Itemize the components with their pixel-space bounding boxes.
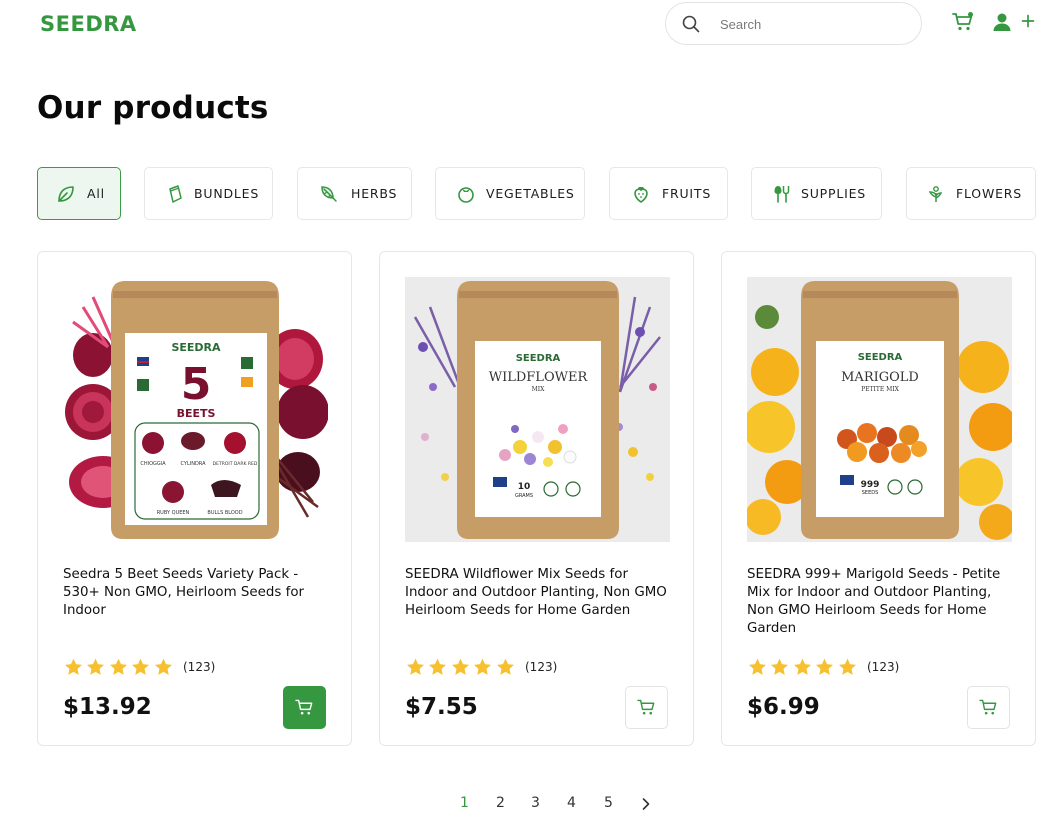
- product-card[interactable]: SEEDRA MARIGOLD PETITE MIX 999 SEEDS SEE…: [721, 251, 1036, 746]
- category-filter-herbs[interactable]: HERBS: [297, 167, 412, 220]
- page-link-2[interactable]: 2: [496, 795, 505, 811]
- star-icon: [87, 658, 105, 675]
- product-card[interactable]: SEEDRA 5 BEETS CHIOGGIA CYLINDRA DETROIT…: [37, 251, 352, 746]
- packet-product: WILDFLOWER: [489, 370, 589, 385]
- packet-product: BEETS: [177, 407, 216, 420]
- add-to-cart-button[interactable]: [283, 686, 326, 729]
- strawberry-icon: [634, 187, 648, 203]
- product-name[interactable]: Seedra 5 Beet Seeds Variety Pack - 530+ …: [63, 566, 328, 620]
- user-icon[interactable]: [992, 12, 1012, 32]
- plus-icon[interactable]: [1021, 14, 1035, 28]
- cart-icon: [295, 699, 313, 715]
- star-icon: [838, 658, 856, 675]
- packet-variety: CYLINDRA: [181, 461, 207, 467]
- packet-brand: SEEDRA: [858, 352, 903, 363]
- search-icon[interactable]: [682, 15, 700, 33]
- page-link-4[interactable]: 4: [567, 795, 576, 811]
- category-filter-label: BUNDLES: [194, 186, 260, 201]
- category-filter-label: FRUITS: [662, 186, 712, 201]
- page-link-3[interactable]: 3: [531, 795, 540, 811]
- product-card[interactable]: SEEDRA WILDFLOWER MIX 10 GRAMS SEEDRA Wi…: [379, 251, 694, 746]
- star-icon: [109, 658, 127, 675]
- star-icon: [474, 658, 492, 675]
- leaf-icon: [58, 186, 74, 202]
- packet-count: 999: [861, 480, 880, 490]
- search-bar[interactable]: [665, 2, 922, 45]
- packet-subtitle: PETITE MIX: [861, 386, 900, 393]
- star-rating: [405, 657, 517, 677]
- star-icon: [793, 658, 811, 675]
- garden-tools-icon: [774, 186, 790, 203]
- review-count: (123): [867, 660, 900, 674]
- review-count: (123): [525, 660, 558, 674]
- category-filter-flowers[interactable]: FLOWERS: [906, 167, 1036, 220]
- star-icon: [749, 658, 766, 675]
- packet-brand: SEEDRA: [171, 341, 221, 354]
- search-input[interactable]: [720, 14, 900, 34]
- category-filter-label: FLOWERS: [956, 186, 1023, 201]
- product-name[interactable]: SEEDRA Wildflower Mix Seeds for Indoor a…: [405, 566, 670, 620]
- star-icon: [407, 658, 424, 675]
- cart-icon[interactable]: [952, 12, 974, 32]
- star-icon: [771, 658, 789, 675]
- seed-packet-icon: [169, 185, 182, 203]
- page-title: Our products: [37, 90, 269, 126]
- add-to-cart-button[interactable]: [967, 686, 1010, 729]
- product-image[interactable]: SEEDRA WILDFLOWER MIX 10 GRAMS: [405, 277, 670, 542]
- category-filter-supplies[interactable]: SUPPLIES: [751, 167, 882, 220]
- category-filter-bundles[interactable]: BUNDLES: [144, 167, 273, 220]
- category-filter-vegetables[interactable]: VEGETABLES: [435, 167, 585, 220]
- star-icon: [451, 658, 469, 675]
- star-icon: [154, 658, 172, 675]
- packet-count-unit: SEEDS: [862, 490, 879, 496]
- product-price: $6.99: [747, 694, 820, 720]
- category-filter-label: All: [87, 186, 105, 201]
- flower-icon: [928, 186, 943, 202]
- star-icon: [429, 658, 447, 675]
- chevron-right-icon[interactable]: [641, 797, 651, 811]
- tomato-icon: [458, 187, 474, 203]
- product-name[interactable]: SEEDRA 999+ Marigold Seeds - Petite Mix …: [747, 566, 1012, 638]
- packet-variety: DETROIT DARK RED: [213, 461, 258, 467]
- category-filter-fruits[interactable]: FRUITS: [609, 167, 728, 220]
- packet-variety: CHIOGGIA: [140, 461, 166, 467]
- packet-number: 5: [181, 359, 212, 410]
- add-to-cart-button[interactable]: [625, 686, 668, 729]
- star-icon: [496, 658, 514, 675]
- cart-icon: [637, 699, 655, 715]
- cart-icon: [979, 699, 997, 715]
- star-icon: [132, 658, 150, 675]
- packet-subtitle: MIX: [532, 386, 546, 393]
- product-image[interactable]: SEEDRA 5 BEETS CHIOGGIA CYLINDRA DETROIT…: [63, 277, 328, 542]
- product-price: $13.92: [63, 694, 152, 720]
- page-link-5[interactable]: 5: [604, 795, 613, 811]
- category-filter-label: SUPPLIES: [801, 186, 867, 201]
- review-count: (123): [183, 660, 216, 674]
- packet-variety: BULLS BLOOD: [207, 510, 242, 516]
- category-filter-all[interactable]: All: [37, 167, 121, 220]
- packet-brand: SEEDRA: [516, 353, 561, 364]
- product-price: $7.55: [405, 694, 478, 720]
- star-icon: [816, 658, 834, 675]
- star-icon: [65, 658, 82, 675]
- page-link-1[interactable]: 1: [460, 795, 469, 811]
- packet-count: 10: [518, 482, 531, 492]
- herb-icon: [321, 186, 337, 202]
- star-rating: [747, 657, 859, 677]
- logo[interactable]: SEEDRA: [40, 12, 137, 36]
- star-rating: [63, 657, 175, 677]
- product-image[interactable]: SEEDRA MARIGOLD PETITE MIX 999 SEEDS: [747, 277, 1012, 542]
- packet-variety: RUBY QUEEN: [157, 510, 190, 516]
- packet-count-unit: GRAMS: [515, 493, 533, 499]
- category-filter-label: VEGETABLES: [486, 186, 575, 201]
- packet-product: MARIGOLD: [841, 370, 919, 385]
- category-filter-label: HERBS: [351, 186, 398, 201]
